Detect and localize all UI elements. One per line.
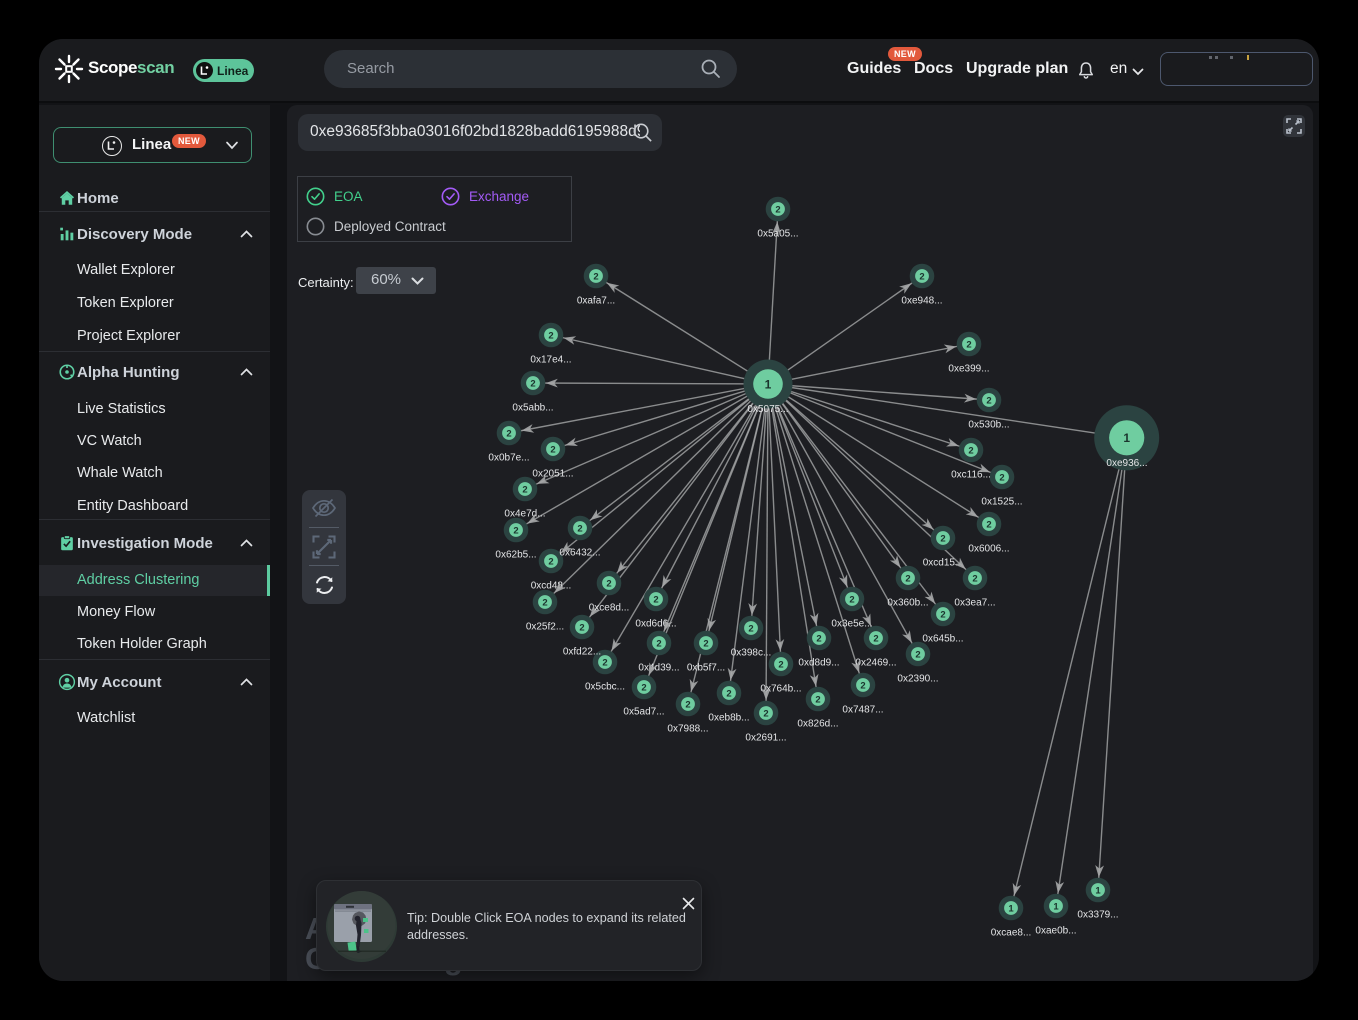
svg-text:2: 2 — [873, 633, 878, 644]
svg-text:0xe399...: 0xe399... — [948, 364, 989, 375]
svg-text:0xb5f7...: 0xb5f7... — [687, 663, 725, 674]
svg-text:2: 2 — [513, 525, 518, 536]
svg-text:2: 2 — [860, 680, 865, 691]
svg-text:2: 2 — [577, 523, 582, 534]
svg-text:1: 1 — [765, 377, 772, 391]
svg-text:2: 2 — [905, 573, 910, 584]
svg-text:1: 1 — [1008, 903, 1014, 914]
svg-text:0x826d...: 0x826d... — [797, 719, 838, 730]
svg-text:0x530b...: 0x530b... — [968, 420, 1009, 431]
svg-text:2: 2 — [641, 682, 646, 693]
svg-text:2: 2 — [966, 339, 971, 350]
svg-text:2: 2 — [940, 533, 945, 544]
svg-text:2: 2 — [775, 204, 780, 215]
svg-text:0xe948...: 0xe948... — [901, 296, 942, 307]
svg-text:0x398c...: 0x398c... — [731, 648, 772, 659]
svg-text:0x5075...: 0x5075... — [747, 404, 788, 415]
svg-text:2: 2 — [940, 609, 945, 620]
svg-text:0x2691...: 0x2691... — [745, 733, 786, 744]
svg-text:0x645b...: 0x645b... — [922, 634, 963, 645]
svg-text:2: 2 — [849, 594, 854, 605]
svg-text:0xe936...: 0xe936... — [1106, 458, 1147, 469]
svg-text:2: 2 — [530, 378, 535, 389]
svg-text:2: 2 — [972, 573, 977, 584]
svg-text:0x4e7d...: 0x4e7d... — [504, 509, 545, 520]
svg-text:0x1525...: 0x1525... — [981, 497, 1022, 508]
svg-text:2: 2 — [548, 556, 553, 567]
svg-text:2: 2 — [548, 330, 553, 341]
svg-text:0x4d39...: 0x4d39... — [638, 663, 679, 674]
svg-text:0xcd48...: 0xcd48... — [531, 581, 572, 592]
svg-text:0x0b7e...: 0x0b7e... — [488, 453, 529, 464]
svg-text:1: 1 — [1123, 431, 1130, 445]
svg-text:0x3379...: 0x3379... — [1077, 910, 1118, 921]
svg-text:0x3ea7...: 0x3ea7... — [954, 598, 995, 609]
svg-text:0x2390...: 0x2390... — [897, 674, 938, 685]
svg-text:0xeb8b...: 0xeb8b... — [708, 713, 749, 724]
svg-text:2: 2 — [579, 622, 584, 633]
svg-text:0xcae8...: 0xcae8... — [991, 928, 1032, 939]
svg-text:0xcd15...: 0xcd15... — [923, 558, 964, 569]
svg-text:0x7988...: 0x7988... — [667, 724, 708, 735]
svg-text:2: 2 — [703, 638, 708, 649]
svg-text:2: 2 — [593, 271, 598, 282]
svg-text:0x62b5...: 0x62b5... — [495, 550, 536, 561]
svg-text:2: 2 — [915, 649, 920, 660]
svg-text:2: 2 — [748, 623, 753, 634]
svg-text:0x5abb...: 0x5abb... — [512, 403, 553, 414]
svg-text:0x5cbc...: 0x5cbc... — [585, 682, 625, 693]
svg-text:2: 2 — [506, 428, 511, 439]
svg-text:1: 1 — [1095, 885, 1101, 896]
svg-text:0x2051...: 0x2051... — [532, 469, 573, 480]
svg-text:2: 2 — [763, 708, 768, 719]
svg-text:2: 2 — [653, 594, 658, 605]
svg-text:0x6006...: 0x6006... — [968, 544, 1009, 555]
svg-text:2: 2 — [602, 657, 607, 668]
svg-text:2: 2 — [999, 472, 1004, 483]
svg-text:2: 2 — [815, 694, 820, 705]
svg-text:2: 2 — [986, 395, 991, 406]
svg-text:2: 2 — [968, 445, 973, 456]
svg-text:0xd8d9...: 0xd8d9... — [798, 658, 839, 669]
svg-text:0xfd22...: 0xfd22... — [563, 647, 601, 658]
svg-text:0xafa7...: 0xafa7... — [577, 296, 615, 307]
svg-text:2: 2 — [542, 597, 547, 608]
svg-text:0xae0b...: 0xae0b... — [1035, 926, 1076, 937]
svg-text:0x5ad7...: 0x5ad7... — [623, 707, 664, 718]
svg-text:2: 2 — [778, 659, 783, 670]
svg-text:0x360b...: 0x360b... — [887, 598, 928, 609]
svg-text:0x2469...: 0x2469... — [855, 658, 896, 669]
svg-text:2: 2 — [986, 519, 991, 530]
svg-text:0x7487...: 0x7487... — [842, 705, 883, 716]
svg-text:2: 2 — [726, 688, 731, 699]
svg-text:2: 2 — [656, 638, 661, 649]
svg-text:2: 2 — [816, 633, 821, 644]
svg-text:0x17e4...: 0x17e4... — [530, 355, 571, 366]
svg-text:2: 2 — [522, 484, 527, 495]
svg-text:2: 2 — [919, 271, 924, 282]
svg-text:1: 1 — [1053, 901, 1059, 912]
svg-text:0x25f2...: 0x25f2... — [526, 622, 564, 633]
svg-text:2: 2 — [606, 578, 611, 589]
svg-text:2: 2 — [685, 699, 690, 710]
svg-text:2: 2 — [550, 444, 555, 455]
